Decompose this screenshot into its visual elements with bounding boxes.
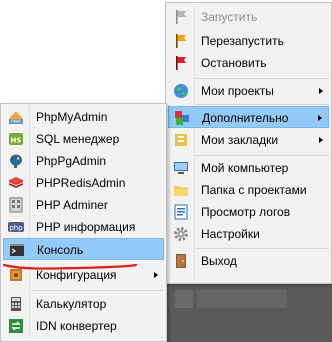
- svg-text:HS: HS: [11, 137, 22, 145]
- red-annotation-underline: [2, 263, 138, 270]
- elephant-icon: [8, 153, 24, 169]
- menu-item-label: Дополнительно: [202, 111, 289, 125]
- menu-item-stop[interactable]: Остановить: [168, 52, 329, 74]
- menu-item-label: PhpPgAdmin: [36, 154, 107, 168]
- bookmarks-icon: [173, 132, 189, 148]
- menu-item-label: Перезапустить: [201, 34, 284, 48]
- menu-item-label: Калькулятор: [36, 297, 107, 311]
- menu-item-label: Выход: [201, 254, 237, 268]
- additional-submenu: PMA PhpMyAdmin HS SQL менеджер PhpPgAdmi…: [0, 103, 167, 342]
- menu-item-restart[interactable]: Перезапустить: [168, 30, 329, 52]
- svg-text:php: php: [9, 224, 23, 232]
- calculator-icon: [8, 296, 24, 312]
- submenu-item-php-info[interactable]: php PHP информация: [3, 216, 164, 238]
- menu-item-label: PHP Adminer: [36, 198, 108, 212]
- background-icon: [175, 290, 193, 308]
- adminer-icon: [8, 197, 24, 213]
- idn-icon: [8, 318, 24, 334]
- submenu-arrow-icon: [318, 115, 322, 121]
- submenu-item-calculator[interactable]: Калькулятор: [3, 293, 164, 315]
- menu-item-label: Настройки: [201, 227, 260, 241]
- menu-item-label: Запустить: [201, 10, 258, 24]
- submenu-item-php-adminer[interactable]: PHP Adminer: [3, 194, 164, 216]
- menu-separator: [196, 155, 329, 156]
- log-icon: [173, 204, 189, 220]
- globe-icon: [173, 83, 189, 99]
- console-icon: [9, 242, 25, 258]
- menu-item-label: Просмотр логов: [201, 205, 291, 219]
- menu-item-label: PHP информация: [36, 220, 136, 234]
- menu-item-settings[interactable]: Настройки: [168, 223, 329, 245]
- menu-item-label: IDN конвертер: [36, 319, 117, 333]
- menu-item-label: Папка с проектами: [201, 183, 307, 197]
- menu-item-my-computer[interactable]: Мой компьютер: [168, 157, 329, 179]
- submenu-item-sql-manager[interactable]: HS SQL менеджер: [3, 128, 164, 150]
- menu-item-label: Мои закладки: [201, 133, 279, 147]
- submenu-item-idn-converter[interactable]: IDN конвертер: [3, 315, 164, 337]
- flag-orange-icon: [173, 33, 189, 49]
- redis-icon: [8, 175, 24, 191]
- menu-separator: [196, 104, 329, 105]
- menu-item-start[interactable]: Запустить: [168, 6, 329, 28]
- flag-gray-icon: [173, 9, 189, 25]
- hs-icon: HS: [8, 131, 24, 147]
- menu-item-label: Остановить: [201, 56, 267, 70]
- menu-item-additional[interactable]: Дополнительно: [168, 106, 329, 128]
- phpmyadmin-icon: PMA: [8, 109, 24, 125]
- submenu-item-phpredisadmin[interactable]: PHPRedisAdmin: [3, 172, 164, 194]
- menu-separator: [196, 78, 329, 79]
- submenu-item-phpmyadmin[interactable]: PMA PhpMyAdmin: [3, 106, 164, 128]
- submenu-item-console[interactable]: Консоль: [3, 238, 164, 260]
- menu-item-view-logs[interactable]: Просмотр логов: [168, 201, 329, 223]
- computer-icon: [173, 160, 189, 176]
- menu-item-label: Мой компьютер: [201, 161, 289, 175]
- menu-item-label: Консоль: [37, 243, 84, 257]
- submenu-arrow-icon: [319, 88, 323, 94]
- background-bar: [197, 290, 287, 308]
- menu-item-label: PhpMyAdmin: [36, 110, 108, 124]
- menu-item-label: Мои проекты: [201, 84, 274, 98]
- submenu-item-phppgadmin[interactable]: PhpPgAdmin: [3, 150, 164, 172]
- menu-item-label: PHPRedisAdmin: [36, 176, 126, 190]
- submenu-arrow-icon: [319, 137, 323, 143]
- svg-text:PMA: PMA: [11, 119, 22, 125]
- menu-separator: [31, 290, 164, 291]
- exit-icon: [173, 253, 189, 269]
- background-window: [165, 284, 332, 342]
- gear-icon: [173, 226, 189, 242]
- submenu-arrow-icon: [154, 272, 158, 278]
- menu-item-projects-folder[interactable]: Папка с проектами: [168, 179, 329, 201]
- menu-item-my-projects[interactable]: Мои проекты: [168, 80, 329, 102]
- blocks-icon: [174, 110, 190, 126]
- menu-item-exit[interactable]: Выход: [168, 250, 329, 272]
- menu-separator: [196, 248, 329, 249]
- menu-item-bookmarks[interactable]: Мои закладки: [168, 129, 329, 151]
- flag-red-icon: [173, 55, 189, 71]
- php-icon: php: [8, 219, 24, 235]
- folder-icon: [173, 182, 189, 198]
- main-context-menu: Запустить Перезапустить Остановить Мои п…: [165, 2, 332, 284]
- menu-item-label: SQL менеджер: [36, 132, 120, 146]
